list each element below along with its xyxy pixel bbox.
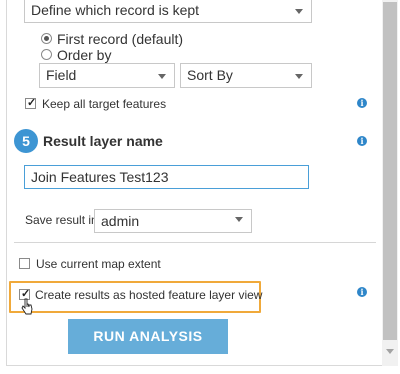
record-kept-select[interactable]: Define which record is kept — [24, 0, 312, 23]
panel-left-border — [6, 0, 7, 366]
info-icon[interactable]: i — [357, 136, 367, 146]
radio-button[interactable] — [41, 49, 52, 60]
field-select-value: Field — [46, 67, 77, 83]
radio-first-record-label: First record (default) — [57, 31, 184, 47]
keep-all-checkbox[interactable]: ✓ — [25, 97, 37, 109]
hosted-view-label: Create results as hosted feature layer v… — [35, 288, 263, 302]
result-layer-name-input[interactable] — [24, 165, 309, 189]
radio-button-selected[interactable] — [41, 33, 52, 44]
keep-all-label: Keep all target features — [42, 97, 167, 111]
info-icon[interactable]: i — [357, 287, 367, 297]
step-title: Result layer name — [43, 133, 163, 149]
map-extent-checkbox[interactable] — [19, 258, 30, 269]
radio-order-by-label: Order by — [57, 47, 112, 63]
section-divider — [14, 242, 376, 243]
map-extent-label: Use current map extent — [36, 257, 161, 271]
step-number-badge: 5 — [14, 129, 38, 153]
chevron-down-icon — [295, 74, 303, 79]
hand-cursor-icon — [21, 298, 33, 315]
field-select[interactable]: Field — [39, 63, 175, 88]
save-folder-value: admin — [101, 213, 140, 229]
vertical-scrollbar[interactable] — [382, 0, 398, 366]
sort-by-select[interactable]: Sort By — [180, 63, 312, 88]
sort-by-select-value: Sort By — [187, 67, 233, 83]
save-folder-select[interactable]: admin — [94, 209, 252, 233]
chevron-down-icon — [295, 9, 303, 14]
analysis-panel: Define which record is kept First record… — [0, 0, 382, 374]
chevron-down-icon — [158, 74, 166, 79]
run-analysis-button[interactable]: RUN ANALYSIS — [68, 319, 228, 354]
record-kept-select-value: Define which record is kept — [31, 2, 200, 18]
save-result-label: Save result in — [25, 213, 98, 227]
chevron-down-icon — [235, 217, 243, 222]
scrollbar-thumb[interactable] — [383, 2, 397, 340]
info-icon[interactable]: i — [357, 98, 367, 108]
checkmark-icon: ✓ — [27, 97, 37, 109]
scroll-down-arrow-icon[interactable] — [386, 349, 394, 354]
panel-bottom-border — [6, 365, 382, 366]
